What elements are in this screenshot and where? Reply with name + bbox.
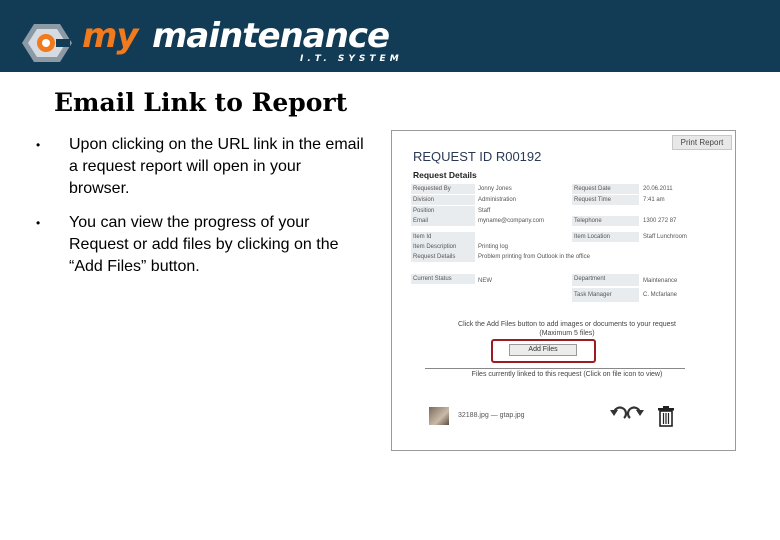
field-value: Printing log (478, 244, 509, 250)
field-label: Telephone (572, 216, 639, 226)
field-label: Request Date (572, 184, 639, 194)
linked-files-caption: Files currently linked to this request (… (471, 371, 663, 378)
rotate-icons (610, 406, 644, 419)
logo-subtitle: I.T. SYSTEM (300, 54, 403, 64)
logo-text-my: my (82, 16, 139, 56)
field-value: 1300 272 87 (643, 218, 677, 224)
file-thumbnail[interactable] (429, 407, 449, 425)
trash-icon[interactable] (657, 405, 675, 427)
bullet-item: • You can view the progress of your Reque… (36, 212, 366, 278)
bullet-text: You can view the progress of your Reques… (69, 214, 339, 275)
field-label: Item Location (572, 232, 639, 242)
bullet-item: • Upon clicking on the URL link in the em… (36, 134, 366, 200)
field-label: Request Details (411, 252, 475, 262)
file-name[interactable]: 32188.jpg — gtap.jpg (458, 412, 525, 419)
status-value: NEW (478, 278, 492, 284)
bullet-dot-icon: • (36, 216, 41, 230)
add-files-button[interactable]: Add Files (509, 344, 577, 356)
field-label: Requested By (411, 184, 475, 194)
report-screenshot: Print Report REQUEST ID R00192 Request D… (391, 130, 736, 451)
add-files-maximum: (Maximum 5 files) (539, 330, 595, 337)
field-label: Item Description (411, 242, 475, 252)
field-label: Item Id (411, 232, 475, 242)
field-label: Request Time (572, 195, 639, 205)
rotate-right-icon[interactable] (626, 406, 644, 419)
print-report-button[interactable]: Print Report (672, 135, 732, 150)
field-label: Task Manager (572, 288, 639, 302)
field-value: Staff (478, 208, 491, 214)
field-value: Jonny Jones (478, 186, 512, 192)
field-label: Division (411, 195, 475, 205)
field-value: 7:41 am (643, 197, 665, 203)
field-value: Administration (478, 197, 517, 203)
field-value: C. Mcfarlane (643, 292, 678, 298)
rotate-left-icon[interactable] (610, 406, 628, 419)
field-value: Staff Lunchroom (643, 234, 687, 240)
bullet-dot-icon: • (36, 138, 41, 152)
field-label: Current Status (411, 274, 475, 284)
field-value: Problem printing from Outlook in the off… (478, 254, 590, 260)
field-value: Maintenance (643, 278, 678, 284)
divider (425, 368, 685, 369)
field-value (478, 232, 568, 242)
field-value: 20.06.2011 (643, 186, 673, 192)
header-banner: my maintenance I.T. SYSTEM (0, 0, 780, 72)
bullet-list: • Upon clicking on the URL link in the em… (36, 134, 366, 290)
field-value: myname@company.com (478, 218, 544, 224)
request-details-heading: Request Details (413, 170, 477, 180)
field-label: Position (411, 206, 475, 216)
logo-text-maintenance: maintenance (152, 16, 390, 56)
bullet-text: Upon clicking on the URL link in the ema… (69, 136, 364, 197)
gear-logo-icon (22, 24, 72, 62)
slide-title: Email Link to Report (54, 88, 348, 117)
field-label: Email (411, 216, 475, 226)
request-id: REQUEST ID R00192 (413, 149, 542, 164)
add-files-prompt: Click the Add Files button to add images… (458, 321, 676, 328)
field-label: Department (572, 274, 639, 286)
